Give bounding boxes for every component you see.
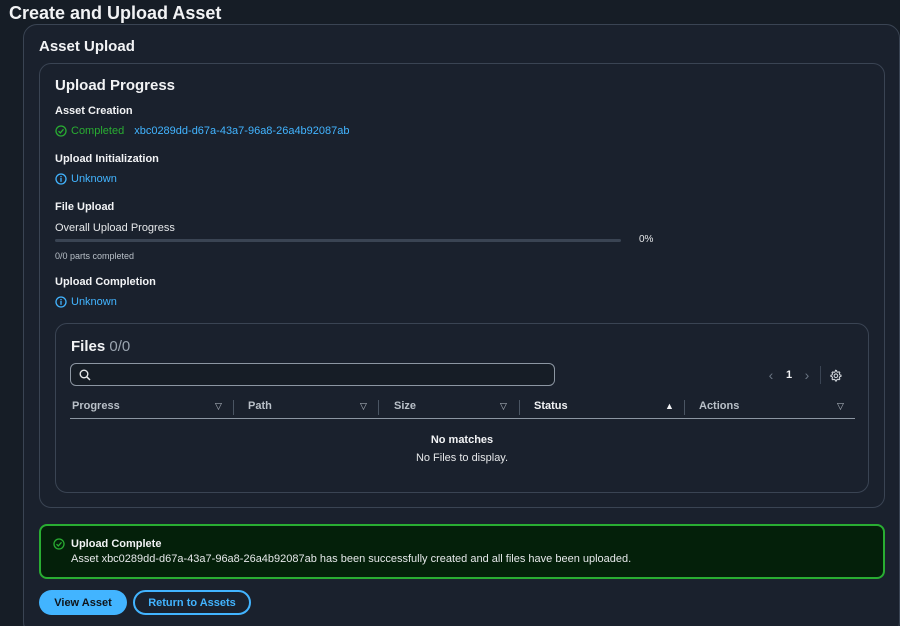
column-header-actions[interactable]: Actions [699,400,739,412]
alert-title: Upload Complete [71,538,162,550]
caret-down-icon[interactable]: ▽ [837,401,844,412]
files-table-container: Files 0/0 ‹ 1 › Progress ▽ Path ▽ Size ▽… [55,323,869,493]
table-header: Progress ▽ Path ▽ Size ▽ Status ▲ Action… [70,397,855,419]
check-circle-icon [55,125,67,137]
chevron-right-icon[interactable]: › [800,367,814,383]
pagination: ‹ 1 › [764,366,842,384]
upload-completion-label: Upload Completion [55,276,156,288]
upload-completion-status: Unknown [55,296,117,308]
empty-state-title: No matches [430,434,494,446]
column-header-progress[interactable]: Progress [72,400,120,412]
column-header-status[interactable]: Status [534,400,568,412]
upload-complete-alert: Upload Complete Asset xbc0289dd-d67a-43a… [39,524,885,579]
upload-progress-panel: Upload Progress Asset Creation Completed… [39,63,885,508]
asset-creation-status-text: Completed [71,125,125,137]
view-asset-button[interactable]: View Asset [39,590,127,615]
asset-upload-title: Asset Upload [39,38,135,55]
files-search [70,363,555,386]
search-icon [79,369,91,381]
upload-progress-bar [55,239,621,242]
asset-creation-status: Completed xbc0289dd-d67a-43a7-96a8-26a4b… [55,125,350,137]
gear-icon[interactable] [829,369,842,382]
caret-down-icon[interactable]: ▽ [500,401,507,412]
upload-completion-status-text: Unknown [71,296,117,308]
column-divider[interactable] [233,400,234,415]
files-title-text: Files [71,338,106,355]
upload-progress-percent: 0% [639,234,654,245]
alert-message: Asset xbc0289dd-d67a-43a7-96a8-26a4b9208… [71,553,632,565]
page-title: Create and Upload Asset [9,3,222,23]
files-title: Files 0/0 [71,338,130,355]
upload-initialization-status-text: Unknown [71,173,117,185]
info-circle-icon [55,296,67,308]
return-to-assets-button[interactable]: Return to Assets [133,590,251,615]
caret-down-icon[interactable]: ▽ [215,401,222,412]
caret-down-icon[interactable]: ▽ [360,401,367,412]
column-header-path[interactable]: Path [248,400,272,412]
files-search-input[interactable] [97,364,554,385]
asset-upload-container: Asset Upload Upload Progress Asset Creat… [23,24,900,626]
empty-state-subtitle: No Files to display. [415,452,509,464]
column-divider[interactable] [378,400,379,415]
parts-completed-text: 0/0 parts completed [55,251,135,261]
files-count: 0/0 [109,338,131,355]
check-circle-icon [53,537,65,555]
upload-initialization-label: Upload Initialization [55,153,159,165]
column-divider[interactable] [684,400,685,415]
upload-initialization-status: Unknown [55,173,117,185]
chevron-left-icon[interactable]: ‹ [764,367,778,383]
file-upload-label: File Upload [55,201,115,213]
column-header-size[interactable]: Size [394,400,416,412]
column-divider[interactable] [519,400,520,415]
overall-progress-label: Overall Upload Progress [55,222,175,234]
info-circle-icon [55,173,67,185]
upload-progress-title: Upload Progress [55,77,176,94]
caret-up-icon[interactable]: ▲ [665,401,674,411]
page-number[interactable]: 1 [778,369,800,381]
asset-creation-label: Asset Creation [55,105,133,117]
pager-divider [820,366,821,384]
asset-id-link[interactable]: xbc0289dd-d67a-43a7-96a8-26a4b92087ab [134,125,349,137]
